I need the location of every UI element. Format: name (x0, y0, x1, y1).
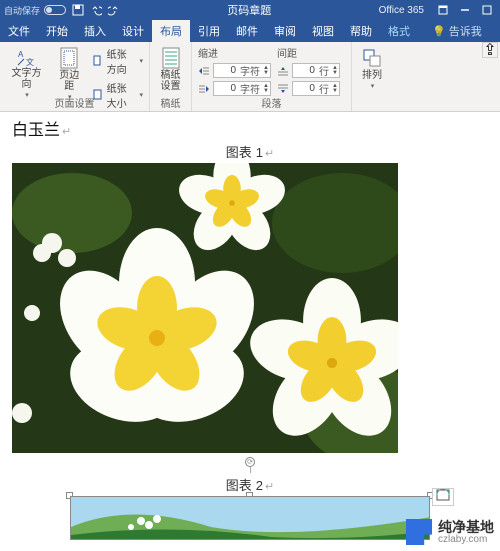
chevron-down-icon: ▾ (371, 82, 375, 90)
tab-mailings[interactable]: 邮件 (228, 20, 266, 42)
tab-review[interactable]: 审阅 (266, 20, 304, 42)
group-page-setup: A文 文字方向 ▾ 页边距 ▾ 纸张方向▾ 纸张大小▾ (0, 42, 150, 111)
orientation-icon (92, 55, 104, 67)
spacing-label: 间距 (277, 45, 340, 61)
watermark-url: czlaby.com (438, 534, 494, 545)
svg-text:文: 文 (26, 57, 34, 67)
tab-design[interactable]: 设计 (114, 20, 152, 42)
ribbon: A文 文字方向 ▾ 页边距 ▾ 纸张方向▾ 纸张大小▾ (0, 42, 500, 112)
pilcrow-icon: ↵ (62, 126, 71, 138)
share-button[interactable]: ⇪ (482, 42, 498, 58)
quick-access-toolbar (72, 4, 120, 16)
indent-right-spin[interactable]: 0字符▲▼ (213, 81, 271, 96)
document-title: 页码章题 (120, 2, 379, 18)
group-paragraph: 缩进 0字符▲▼ 0字符▲▼ 间距 0行▲▼ 0行▲▼ (192, 42, 352, 111)
group-arrange: 排列 ▾ (352, 42, 392, 111)
group-label-manuscript: 稿纸 (150, 95, 191, 110)
tab-references[interactable]: 引用 (190, 20, 228, 42)
watermark: 纯净基地 czlaby.com (406, 519, 494, 545)
indent-left-icon (198, 65, 210, 77)
tell-me-label: 告诉我 (449, 23, 482, 39)
ribbon-tabs: 文件 开始 插入 设计 布局 引用 邮件 审阅 视图 帮助 格式 💡 告诉我 (0, 20, 500, 42)
text-direction-button[interactable]: A文 文字方向 ▾ (6, 45, 47, 97)
chevron-down-icon: ▾ (139, 57, 143, 65)
pilcrow-icon: ↵ (265, 481, 274, 493)
svg-text:A: A (18, 50, 24, 59)
orientation-button[interactable]: 纸张方向▾ (92, 45, 143, 77)
tab-file[interactable]: 文件 (0, 20, 38, 42)
tab-view[interactable]: 视图 (304, 20, 342, 42)
image-1[interactable] (12, 163, 398, 453)
indent-label: 缩进 (198, 45, 271, 61)
indent-left[interactable]: 0字符▲▼ (198, 62, 271, 79)
image-2-selection (70, 496, 430, 540)
tab-home[interactable]: 开始 (38, 20, 76, 42)
space-after-icon (277, 83, 289, 95)
rotation-handle[interactable]: ⟳ (245, 457, 255, 467)
rotation-stem (250, 467, 251, 473)
save-icon[interactable] (72, 4, 84, 16)
document-canvas[interactable]: 白玉兰↵ 图表1↵ (0, 112, 500, 551)
watermark-logo-icon (406, 519, 432, 545)
tab-help[interactable]: 帮助 (342, 20, 380, 42)
undo-icon[interactable] (90, 4, 102, 16)
ribbon-display-options-icon[interactable] (434, 3, 452, 17)
autosave-label: 自动保存 (4, 4, 40, 17)
tab-format[interactable]: 格式 (380, 20, 418, 42)
maximize-icon[interactable] (478, 3, 496, 17)
tab-layout[interactable]: 布局 (152, 20, 190, 42)
indent-left-spin[interactable]: 0字符▲▼ (213, 63, 271, 78)
page-heading: 白玉兰↵ (12, 116, 488, 140)
space-before-spin[interactable]: 0行▲▼ (292, 63, 340, 78)
margins-button[interactable]: 页边距 ▾ (53, 45, 86, 97)
caption-1: 图表1↵ (12, 142, 488, 161)
share-icon: ⇪ (483, 40, 496, 60)
group-label-paragraph: 段落 (192, 95, 351, 110)
image-2[interactable] (70, 496, 430, 540)
minimize-icon[interactable] (456, 3, 474, 17)
text-direction-icon: A文 (15, 47, 37, 67)
layout-options-button[interactable] (432, 488, 454, 506)
group-manuscript: 稿纸 设置 稿纸 (150, 42, 192, 111)
pilcrow-icon: ↵ (265, 148, 274, 160)
space-before[interactable]: 0行▲▼ (277, 62, 340, 79)
arrange-icon (361, 47, 383, 69)
space-after-spin[interactable]: 0行▲▼ (292, 81, 340, 96)
indent-right-icon (198, 83, 210, 95)
margins-icon (58, 47, 80, 69)
autosave-toggle[interactable] (44, 5, 66, 15)
manuscript-icon (160, 47, 182, 69)
space-before-icon (277, 65, 289, 77)
layout-options-icon (436, 488, 450, 506)
group-label-page-setup: 页面设置 (0, 95, 149, 110)
tell-me[interactable]: 💡 告诉我 (424, 20, 490, 42)
office-brand: Office 365 (379, 5, 424, 16)
watermark-text: 纯净基地 (438, 520, 494, 534)
arrange-button[interactable]: 排列 ▾ (358, 45, 386, 92)
lightbulb-icon: 💡 (432, 25, 446, 38)
manuscript-button[interactable]: 稿纸 设置 (156, 45, 185, 94)
redo-icon[interactable] (108, 4, 120, 16)
tab-insert[interactable]: 插入 (76, 20, 114, 42)
title-bar: 自动保存 页码章题 Office 365 (0, 0, 500, 20)
